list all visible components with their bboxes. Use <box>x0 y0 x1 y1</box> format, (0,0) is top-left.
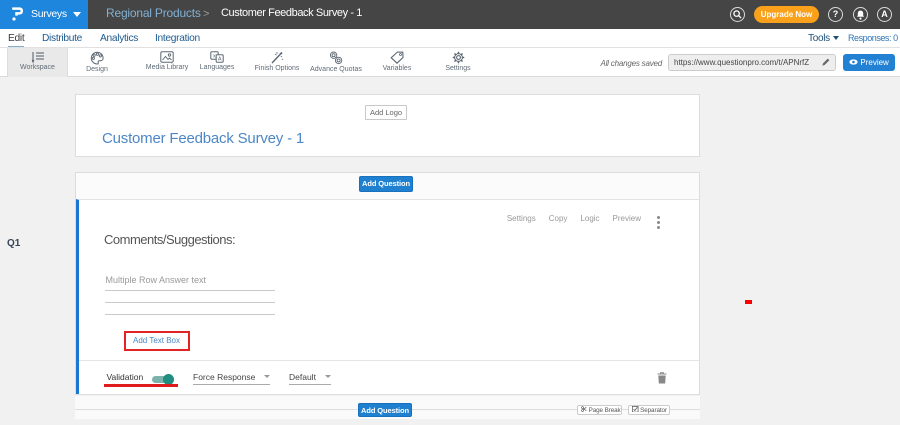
svg-text:A: A <box>218 57 222 63</box>
svg-text:x: x <box>213 54 216 60</box>
